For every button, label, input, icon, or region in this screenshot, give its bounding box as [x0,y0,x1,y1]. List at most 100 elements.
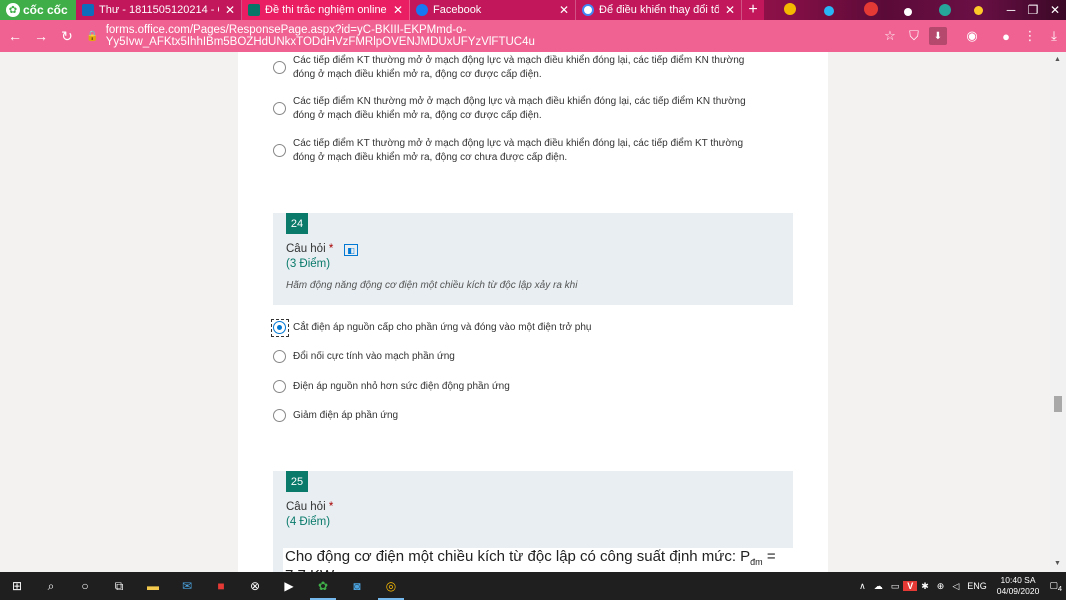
browser-toolbar: ← → ↻ 🔒 forms.office.com/Pages/ResponseP… [0,20,1066,52]
tab-facebook[interactable]: Facebook ✕ [410,0,576,20]
coccoc-taskbar-icon[interactable]: ✿ [306,572,340,600]
task-view-icon[interactable]: ⧉ [102,572,136,600]
option-label: Các tiếp điểm KT thường mở ở mạch động l… [293,55,745,80]
search-icon[interactable]: ⌕ [34,572,68,600]
required-marker: * [328,243,334,255]
option-label: Các tiếp điểm KT thường mở ở mạch động l… [293,138,744,163]
chevron-up-icon[interactable]: ∧ [855,581,870,592]
coccoc-menu-button[interactable]: ✿ cốc cốc [0,0,76,20]
back-icon[interactable]: ← [4,24,26,48]
maximize-icon[interactable]: ❐ [1022,0,1044,20]
question-title: Câu hỏi * [286,501,333,513]
file-explorer-icon[interactable]: ▬ [136,572,170,600]
question-label: Câu hỏi [286,243,326,255]
radio-button[interactable] [273,380,286,393]
form-page: Các tiếp điểm KT thường mở ở mạch động l… [238,52,828,572]
clock-date: 04/09/2020 [996,586,1040,596]
tab-forms[interactable]: Đề thi trắc nghiệm online Tra ✕ [242,0,410,20]
option-prev-3[interactable]: Các tiếp điểm KT thường mở ở mạch động l… [273,137,763,165]
bluetooth-icon[interactable]: ✱ [917,581,933,592]
scrollbar-thumb[interactable] [1054,396,1062,412]
option-24-3[interactable]: Điện áp nguồn nhỏ hơn sức điện động phần… [273,380,763,394]
minimize-icon[interactable]: ─ [1000,0,1022,20]
forward-icon[interactable]: → [30,24,52,48]
url-text: forms.office.com/Pages/ResponsePage.aspx… [105,24,535,48]
notification-count: 4 [1057,583,1062,593]
radio-button[interactable] [273,102,286,115]
radio-button-selected[interactable] [271,319,289,337]
question-points: (3 Điểm) [286,258,331,270]
window-controls: ─ ❐ ✕ [1000,0,1066,20]
option-24-2[interactable]: Đổi nối cực tính vào mạch phần ứng [273,350,763,364]
radio-button[interactable] [273,409,286,422]
google-icon [582,4,594,16]
radio-button[interactable] [273,350,286,363]
menu-icon[interactable]: ⋮ [1018,24,1042,48]
option-24-4[interactable]: Giảm điện áp phần ứng [273,409,763,423]
vietkey-icon[interactable]: V [903,581,918,591]
reload-icon[interactable]: ↻ [56,24,78,48]
usb-icon[interactable]: ▭ [887,581,904,592]
close-window-icon[interactable]: ✕ [1044,0,1066,20]
tab-outlook[interactable]: Thư - 1811505120214 - Outlo ✕ [76,0,242,20]
clock-time: 10:40 SA [1000,575,1036,585]
immersive-reader-icon[interactable]: ◧ [344,244,358,256]
close-tab-icon[interactable]: ✕ [393,3,403,17]
page-scrollbar[interactable]: ▲ ▼ [1050,52,1066,572]
system-tray: ∧ ☁ ▭ V ✱ ⊕ ◁ ENG 10:40 SA 04/09/2020 ▢4 [855,572,1066,600]
tab-google[interactable]: Để điều khiển thay đổi tốc độ ✕ [576,0,742,20]
close-tab-icon[interactable]: ✕ [559,3,569,17]
option-prev-2[interactable]: Các tiếp điểm KN thường mở ở mạch động l… [273,95,763,123]
video-icon[interactable]: ▶ [272,572,306,600]
address-bar[interactable]: 🔒 forms.office.com/Pages/ResponsePage.as… [86,24,878,48]
question-text: Hãm động năng động cơ điện một chiều kíc… [286,280,578,291]
option-label: Điện áp nguồn nhỏ hơn sức điện động phần… [293,381,510,392]
windows-start-icon[interactable]: ⊞ [0,572,34,600]
scroll-up-icon[interactable]: ▲ [1054,56,1061,63]
coccoc-logo-icon: ✿ [6,3,20,17]
question-text-subscript: đm [750,557,763,567]
brand-label: cốc cốc [23,3,68,17]
xbox-icon[interactable]: ⊗ [238,572,272,600]
language-indicator[interactable]: ENG [963,581,991,591]
star-icon[interactable]: ☆ [878,24,902,48]
tab-bar: ✿ cốc cốc Thư - 1811505120214 - Outlo ✕ … [0,0,1066,20]
tab-title: Thư - 1811505120214 - Outlo [99,4,219,16]
lock-icon: 🔒 [86,30,99,42]
question-number: 25 [286,471,308,492]
radio-button[interactable] [273,61,286,74]
zalo-icon[interactable]: ◙ [340,572,374,600]
volume-icon[interactable]: ◁ [948,581,963,592]
tab-title: Để điều khiển thay đổi tốc độ [599,4,719,16]
cortana-icon[interactable]: ○ [68,572,102,600]
option-label: Các tiếp điểm KN thường mở ở mạch động l… [293,96,746,121]
network-icon[interactable]: ⊕ [933,581,949,592]
question-text: Cho động cơ điện một chiều kích từ độc l… [283,548,793,572]
radio-button[interactable] [273,144,286,157]
required-marker: * [328,501,334,513]
question-title: Câu hỏi * [286,243,333,255]
extension-icon[interactable]: ◉ [960,24,984,48]
question-number: 24 [286,213,308,234]
notification-icon[interactable]: ▢4 [1045,580,1066,593]
new-tab-button[interactable]: + [742,0,764,20]
app-icon[interactable]: ■ [204,572,238,600]
question-card-24: 24 Câu hỏi * ◧ (3 Điểm) Hãm động năng độ… [273,213,793,305]
close-tab-icon[interactable]: ✕ [225,3,235,17]
chrome-icon[interactable]: ◎ [374,572,408,600]
option-prev-1[interactable]: Các tiếp điểm KT thường mở ở mạch động l… [273,54,763,82]
profile-icon[interactable]: ● [994,24,1018,48]
download-icon[interactable]: ⬇ [929,27,947,45]
tab-title: Đề thi trắc nghiệm online Tra [265,4,387,16]
coccoc-download-icon[interactable]: ⤓ [1042,24,1066,48]
tab-title: Facebook [433,4,482,16]
option-24-1[interactable]: Cắt điện áp nguồn cấp cho phần ứng và đó… [271,319,763,337]
close-tab-icon[interactable]: ✕ [725,3,735,17]
clock[interactable]: 10:40 SA 04/09/2020 [991,575,1046,597]
forms-icon [248,4,260,16]
cloud-icon[interactable]: ☁ [870,581,887,592]
scroll-down-icon[interactable]: ▼ [1054,560,1061,567]
mail-icon[interactable]: ✉ [170,572,204,600]
shield-icon[interactable]: ⛉ [902,24,926,48]
option-label: Cắt điện áp nguồn cấp cho phần ứng và đó… [293,322,592,333]
